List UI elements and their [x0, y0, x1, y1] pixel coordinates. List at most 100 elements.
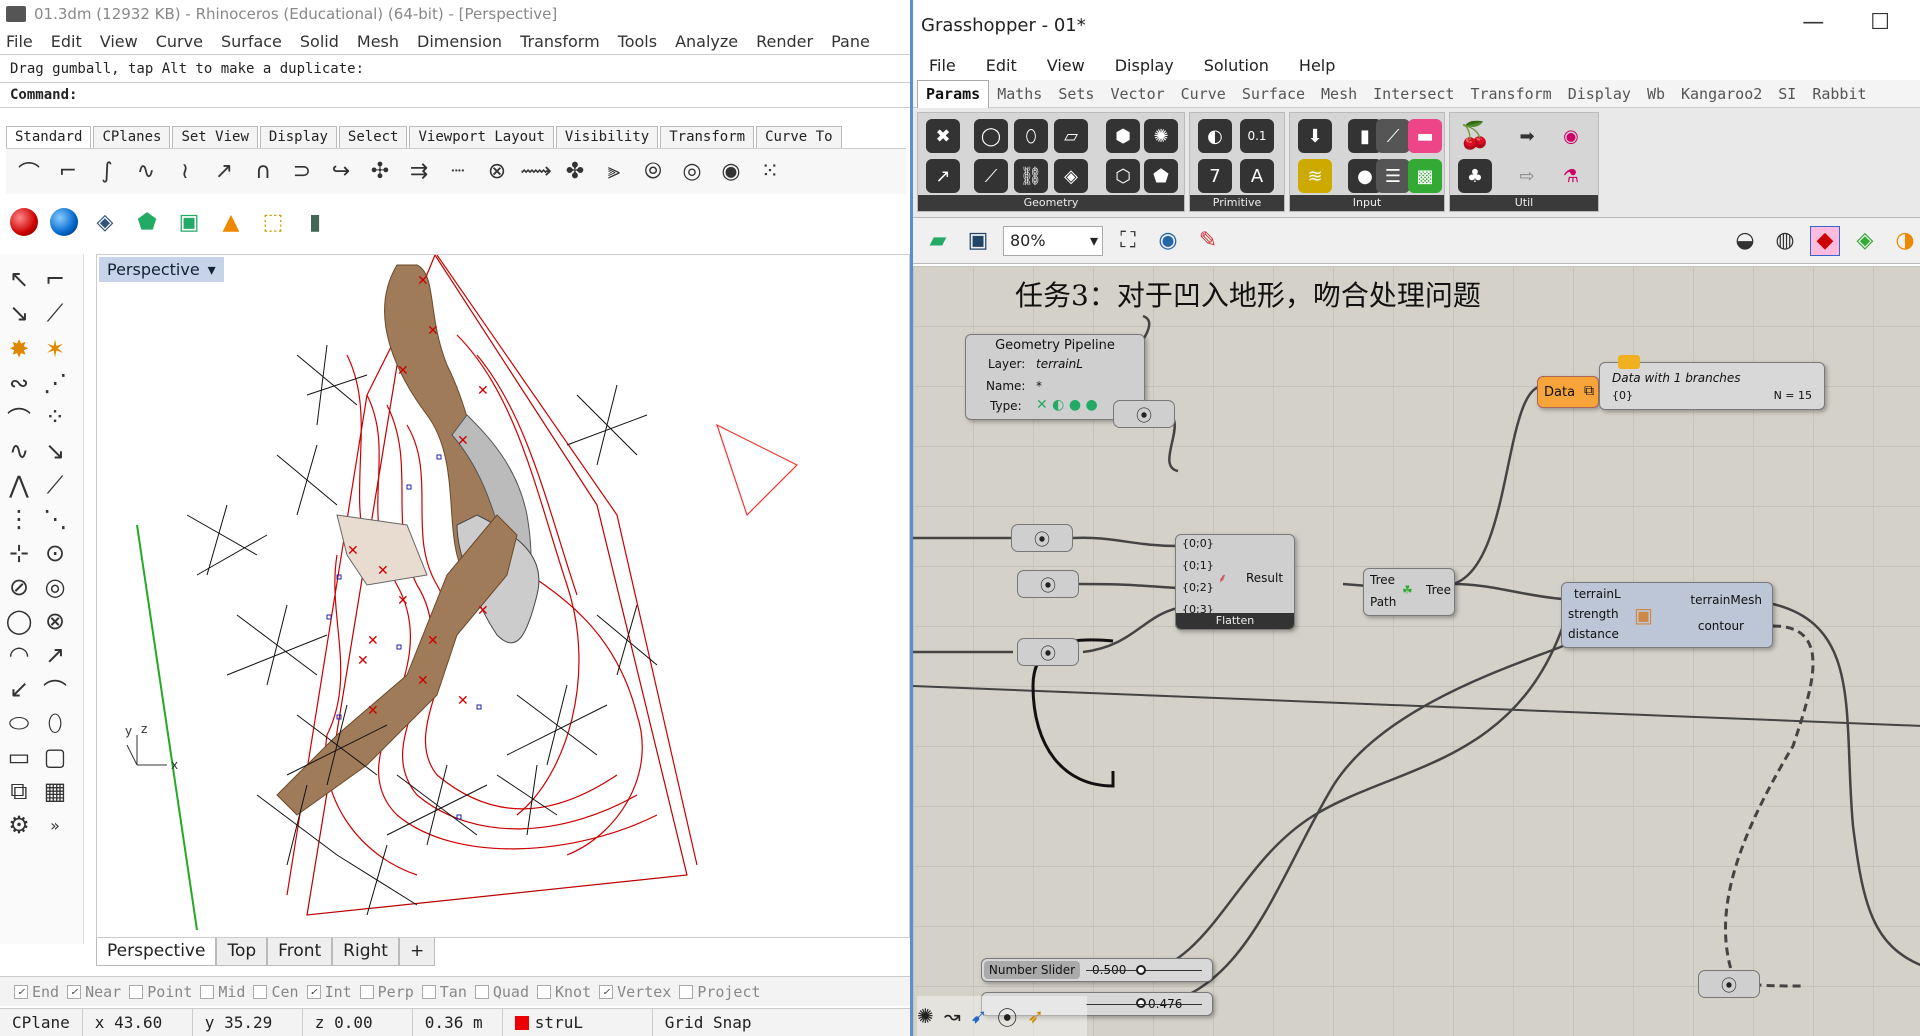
menu-solid[interactable]: Solid [300, 32, 339, 51]
minimize-button[interactable]: — [1802, 10, 1824, 35]
cluster-input-strength[interactable]: strength [1568, 607, 1619, 621]
circle-3pt-icon[interactable]: ◎ [40, 572, 70, 602]
gh-menu-solution[interactable]: Solution [1204, 56, 1269, 75]
geometry-param-node-2[interactable]: ⦿ [1017, 570, 1079, 598]
param-box-icon[interactable]: ⬡ [1106, 159, 1140, 193]
param-circle-icon[interactable]: ◯ [974, 119, 1008, 153]
curve-boolean-icon[interactable]: ⊗ [482, 157, 512, 187]
offset-curve-icon[interactable]: ⊃ [287, 157, 317, 187]
gh-tab-curve[interactable]: Curve [1173, 85, 1234, 103]
checkbox-icon[interactable] [253, 985, 268, 999]
flatten-node[interactable]: {0;0} {0;1} {0;2} {0;3} ⸙ Result Flatten [1175, 534, 1295, 630]
radial-arrow-icon[interactable]: ➹ [971, 1004, 988, 1028]
geometry-param-node[interactable]: ⦿ [1113, 400, 1175, 428]
tab-select[interactable]: Select [338, 126, 408, 148]
tree-input-path[interactable]: Path [1370, 595, 1396, 609]
slab-icon[interactable]: ▮ [300, 207, 330, 237]
gh-tab-display[interactable]: Display [1560, 85, 1639, 103]
circle-icon[interactable]: ⊘ [4, 572, 34, 602]
copy-icon[interactable]: ⧉ [4, 776, 34, 806]
polygon-icon[interactable]: ⋀ [4, 470, 34, 500]
adjustable-blend-icon[interactable]: ≀ [170, 157, 200, 187]
more-icon[interactable]: » [40, 810, 70, 840]
fit-curve-icon[interactable]: ⦾ [638, 157, 668, 187]
flask-icon[interactable]: ⚗ [1554, 159, 1588, 193]
select-arrow-icon[interactable]: ↖ [4, 264, 34, 294]
osnap-tan[interactable]: Tan [421, 983, 467, 1001]
open-file-icon[interactable]: ▰ [923, 226, 953, 256]
osnap-knot[interactable]: Knot [537, 983, 591, 1001]
tree-node[interactable]: Tree Path ☘ Tree [1363, 568, 1455, 616]
param-text-icon[interactable]: A [1240, 159, 1274, 193]
param-vector-icon[interactable]: ↗ [926, 159, 960, 193]
param-number-icon[interactable]: 0.1 [1240, 119, 1274, 153]
checkbox-icon[interactable] [679, 985, 694, 999]
tab-display[interactable]: Display [259, 126, 337, 148]
param-boolean-icon[interactable]: ◐ [1198, 119, 1232, 153]
vp-tab-front[interactable]: Front [267, 938, 333, 966]
arc-3pt-icon[interactable]: ◠ [4, 640, 34, 670]
osnap-perp[interactable]: Perp [359, 983, 414, 1001]
arc-blend-icon[interactable]: ↗ [209, 157, 239, 187]
points-icon[interactable]: ⁙ [755, 157, 785, 187]
osnap-vertex[interactable]: ✓ Vertex [599, 983, 671, 1001]
osnap-int[interactable]: ✓ Int [306, 983, 352, 1001]
radial-mesh-icon[interactable]: ✺ [917, 1004, 934, 1028]
gh-tab-transform[interactable]: Transform [1462, 85, 1559, 103]
radial-link-icon[interactable]: ⦿ [997, 1002, 1017, 1031]
menu-transform[interactable]: Transform [520, 32, 600, 51]
gumball-icon[interactable]: ✸ [4, 334, 34, 364]
command-prompt[interactable]: Command: [0, 82, 910, 108]
flatten-output[interactable]: Result [1246, 571, 1283, 585]
tab-transform[interactable]: Transform [660, 126, 755, 148]
gh-menu-help[interactable]: Help [1299, 56, 1335, 75]
radial-curve-icon[interactable]: ↝ [944, 1004, 961, 1028]
menu-edit[interactable]: Edit [51, 32, 82, 51]
gh-tab-rabbit[interactable]: Rabbit [1804, 85, 1874, 103]
match-curve-icon[interactable]: ∿ [131, 157, 161, 187]
cherry-icon[interactable]: 🍒 [1458, 119, 1492, 153]
cluster-input-distance[interactable]: distance [1568, 627, 1619, 641]
render-preview-icon[interactable]: ◑ [1890, 226, 1920, 256]
arc-icon[interactable]: ⌒ [4, 402, 34, 434]
param-close-icon[interactable]: ✖ [926, 119, 960, 153]
checkbox-icon[interactable] [474, 985, 489, 999]
wireframe-icon[interactable]: ◍ [1770, 226, 1800, 256]
extend-curve-icon[interactable]: ⟿ [520, 157, 552, 187]
pipeline-name-value[interactable]: * [1036, 379, 1042, 393]
ellipse-diam-icon[interactable]: ⬯ [40, 708, 70, 738]
cluster-input-terrainl[interactable]: terrainL [1574, 587, 1621, 601]
relay-arrow-icon[interactable]: ➡ [1510, 119, 1544, 153]
menu-file[interactable]: File [6, 32, 33, 51]
curve-dir-icon[interactable]: ↘ [40, 436, 70, 466]
arc-tan-icon[interactable]: ↗ [40, 640, 70, 670]
menu-panels[interactable]: Pane [831, 32, 870, 51]
zoom-select[interactable]: 80% ▾ [1003, 225, 1103, 256]
tree-output[interactable]: Tree [1426, 583, 1451, 597]
param-line-icon[interactable]: ⟋ [974, 159, 1008, 193]
geometry-param-node-4[interactable]: ⦿ [1698, 970, 1760, 998]
point-icon[interactable]: ⌐ [40, 264, 70, 294]
line-icon[interactable]: ⟋ [40, 298, 70, 328]
tab-standard[interactable]: Standard [6, 126, 92, 148]
param-plane-icon[interactable]: ◈ [1054, 159, 1088, 193]
flatten-input-1[interactable]: {0;1} [1182, 559, 1214, 572]
checkbox-icon[interactable]: ✓ [599, 985, 614, 999]
param-surface-icon[interactable]: ▱ [1054, 119, 1088, 153]
gh-menu-edit[interactable]: Edit [986, 56, 1017, 75]
pipeline-layer-value[interactable]: terrainL [1036, 357, 1083, 371]
osnap-quad[interactable]: Quad [474, 983, 529, 1001]
cluster-output-contour[interactable]: contour [1698, 619, 1744, 633]
gh-tab-wb[interactable]: Wb [1639, 85, 1673, 103]
gh-menu-file[interactable]: File [929, 56, 956, 75]
curve-fillet-icon[interactable]: ⌒ [14, 157, 44, 187]
fair-curve-icon[interactable]: ◉ [716, 157, 746, 187]
project-curve-icon[interactable]: ⇉ [404, 157, 434, 187]
sketch-pen-icon[interactable]: ✎ [1193, 226, 1223, 256]
menu-render[interactable]: Render [756, 32, 813, 51]
line-seg-icon[interactable]: ⟋ [40, 470, 70, 500]
checkbox-icon[interactable]: ✓ [67, 985, 82, 999]
cone-icon[interactable]: ▲ [216, 207, 246, 237]
param-integer-icon[interactable]: 7 [1198, 159, 1232, 193]
curve-interp-icon[interactable]: ⋰ [40, 368, 70, 398]
